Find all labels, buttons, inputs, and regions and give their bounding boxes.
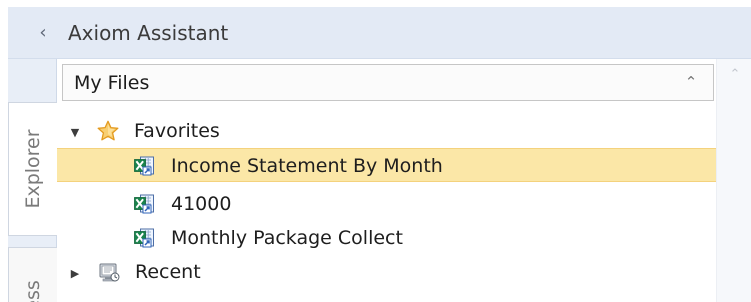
tab-partial-process[interactable]: ess (8, 247, 57, 302)
tree-row-recent[interactable]: ▶ Recent (57, 255, 716, 289)
my-files-dropdown[interactable]: My Files ⌃ (62, 64, 714, 101)
recent-label: Recent (135, 261, 201, 283)
tab-explorer-label: Explorer (22, 129, 44, 209)
excel-report-shortcut-icon (134, 194, 154, 214)
my-files-selected-value: My Files (74, 72, 150, 94)
tree-row-41000[interactable]: 41000 (57, 187, 716, 221)
assistant-header: ‹ Axiom Assistant (8, 7, 751, 59)
axiom-assistant-panel: ‹ Axiom Assistant Explorer ess My Files … (0, 0, 751, 302)
explorer-content: My Files ⌃ ▼ Favorites Income Statement … (57, 59, 751, 302)
excel-report-shortcut-icon (134, 156, 154, 176)
collapse-left-icon[interactable]: ‹ (35, 22, 51, 44)
chevron-up-icon[interactable]: ⌃ (682, 73, 700, 91)
excel-report-shortcut-icon (134, 228, 154, 248)
expand-arrow-icon[interactable]: ▶ (69, 268, 81, 280)
tree-row-income-statement-by-month[interactable]: Income Statement By Month (57, 148, 716, 182)
vertical-scrollbar[interactable]: ⌃ (716, 59, 751, 302)
assistant-title: Axiom Assistant (68, 21, 229, 45)
file-tree: ▼ Favorites Income Statement By Month 41… (57, 114, 716, 302)
favorites-label: Favorites (134, 120, 220, 142)
41000-label: 41000 (171, 193, 232, 215)
tab-partial-process-label: ess (22, 280, 44, 302)
star-icon (97, 120, 119, 141)
tab-explorer[interactable]: Explorer (8, 102, 57, 236)
income-statement-by-month-label: Income Statement By Month (171, 155, 443, 177)
tree-row-favorites[interactable]: ▼ Favorites (57, 114, 716, 148)
tree-row-monthly-package-collect[interactable]: Monthly Package Collect (57, 221, 716, 255)
recent-files-icon (99, 263, 120, 282)
monthly-package-collect-label: Monthly Package Collect (171, 227, 403, 249)
scroll-up-icon[interactable]: ⌃ (727, 67, 743, 83)
window-edge (0, 0, 8, 302)
collapse-arrow-icon[interactable]: ▼ (69, 127, 81, 139)
